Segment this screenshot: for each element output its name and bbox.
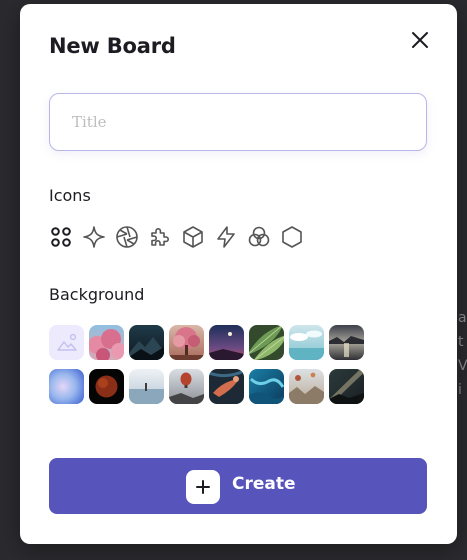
background-option-coral-reef[interactable]	[249, 369, 284, 404]
background-option-night-mountain[interactable]	[129, 325, 164, 360]
background-letter: V	[458, 358, 467, 374]
lightning-icon[interactable]	[214, 225, 238, 249]
aperture-icon[interactable]	[115, 225, 139, 249]
background-section-label: Background	[49, 285, 145, 304]
create-button-label: Create	[232, 474, 296, 494]
background-option-swimmer-underwater[interactable]	[209, 369, 244, 404]
sparkle-icon[interactable]	[82, 225, 106, 249]
background-option-cherry-blossoms[interactable]	[89, 325, 124, 360]
background-option-hot-air-balloons[interactable]	[169, 369, 204, 404]
puzzle-icon[interactable]	[148, 225, 172, 249]
background-option-milky-way[interactable]	[329, 369, 364, 404]
circles-icon[interactable]	[247, 225, 271, 249]
hexagon-icon[interactable]	[280, 225, 304, 249]
background-option-pink-tree[interactable]	[169, 325, 204, 360]
grid-dots-icon[interactable]	[49, 225, 73, 249]
background-option-blue-gradient[interactable]	[49, 369, 84, 404]
background-option-balloons-over-rocks[interactable]	[289, 369, 324, 404]
background-letter: a	[458, 310, 467, 326]
title-input[interactable]	[49, 93, 427, 151]
create-button[interactable]: Create	[49, 458, 427, 514]
plus-icon	[186, 470, 220, 504]
modal-title: New Board	[49, 34, 176, 58]
background-option-green-leaves[interactable]	[249, 325, 284, 360]
background-letter: i	[458, 382, 462, 398]
background-option-moon-sky[interactable]	[209, 325, 244, 360]
background-option-lake-sunset[interactable]	[329, 325, 364, 360]
background-letter: t	[458, 334, 464, 350]
background-option-sea-clouds[interactable]	[289, 325, 324, 360]
background-option-red-moon[interactable]	[89, 369, 124, 404]
background-option-ocean-horizon[interactable]	[129, 369, 164, 404]
new-board-modal: New Board Icons	[20, 4, 457, 544]
cube-icon[interactable]	[181, 225, 205, 249]
close-icon[interactable]	[409, 29, 431, 51]
background-option-placeholder[interactable]	[49, 325, 84, 360]
image-placeholder-icon	[57, 333, 77, 351]
icons-section-label: Icons	[49, 186, 91, 205]
